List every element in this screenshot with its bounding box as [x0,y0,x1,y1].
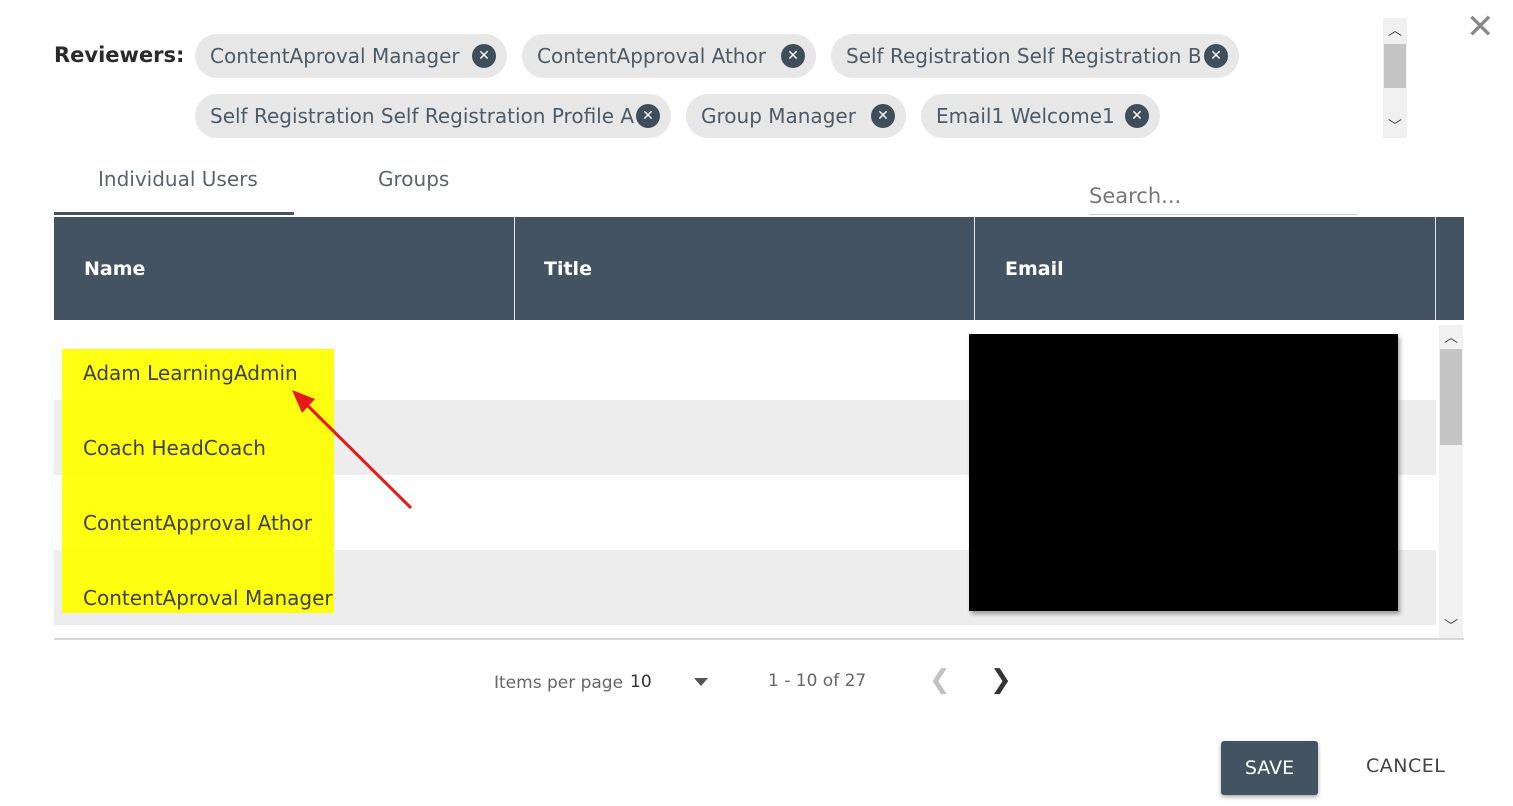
reviewer-chip-label: Group Manager [701,104,856,128]
close-icon[interactable]: ✕ [1466,10,1495,44]
reviewer-chip-label: ContentApproval Athor [537,44,766,68]
reviewer-chip: Group Manager ✕ [686,94,906,138]
table-header: Name Title Email [54,217,1464,320]
scroll-down-icon[interactable]: ﹀ [1439,616,1463,636]
reviewer-chip-label: Self Registration Self Registration B [846,44,1202,68]
table-bottom-border [54,638,1464,640]
reviewer-chip-label: ContentAproval Manager [210,44,460,68]
scrollbar-thumb[interactable] [1384,44,1406,88]
remove-chip-icon[interactable]: ✕ [781,44,805,68]
reviewers-scrollbar[interactable]: ︿ ﹀ [1383,18,1407,138]
remove-chip-icon[interactable]: ✕ [871,104,895,128]
remove-chip-icon[interactable]: ✕ [1125,104,1149,128]
chevron-left-icon[interactable]: ❮ [929,667,951,693]
reviewer-chip-label: Self Registration Self Registration Prof… [210,104,635,128]
column-header-name[interactable]: Name [54,217,514,320]
remove-chip-icon[interactable]: ✕ [636,104,660,128]
user-name: ContentAproval Manager [83,586,333,610]
user-name: ContentApproval Athor [83,511,312,535]
column-header-title[interactable]: Title [514,217,974,320]
user-name: Coach HeadCoach [83,436,266,460]
search-input[interactable] [1089,178,1358,215]
reviewer-chip: Self Registration Self Registration Prof… [195,94,671,138]
tab-individual-users[interactable]: Individual Users [98,167,258,191]
reviewer-chip: Self Registration Self Registration B ✕ [831,34,1239,78]
reviewer-chip: Email1 Welcome1 ✕ [921,94,1160,138]
cancel-button[interactable]: CANCEL [1366,755,1445,777]
reviewers-label: Reviewers: [54,43,185,67]
column-header-email[interactable]: Email [975,217,1435,320]
remove-chip-icon[interactable]: ✕ [472,44,496,68]
reviewer-chip-label: Email1 Welcome1 [936,104,1115,128]
remove-chip-icon[interactable]: ✕ [1204,44,1228,68]
redaction-box [969,334,1398,611]
active-tab-indicator [54,212,294,215]
red-arrow-annotation [292,390,413,510]
table-scrollbar[interactable]: ︿ ﹀ [1439,325,1463,638]
chevron-down-icon[interactable] [694,678,708,686]
reviewer-chip: ContentApproval Athor ✕ [522,34,816,78]
save-button[interactable]: SAVE [1221,741,1318,795]
reviewer-chip: ContentAproval Manager ✕ [195,34,507,78]
column-divider [1435,217,1436,320]
items-per-page-select[interactable]: 10 [630,672,652,692]
tab-groups[interactable]: Groups [378,167,449,191]
scrollbar-thumb[interactable] [1440,349,1462,445]
items-per-page-label: Items per page [494,673,624,693]
scroll-up-icon[interactable]: ︿ [1439,327,1463,347]
chevron-right-icon[interactable]: ❯ [990,667,1012,693]
scroll-down-icon[interactable]: ﹀ [1383,116,1407,136]
user-name: Adam LearningAdmin [83,361,298,385]
page-range: 1 - 10 of 27 [768,671,867,691]
scroll-up-icon[interactable]: ︿ [1383,20,1407,40]
